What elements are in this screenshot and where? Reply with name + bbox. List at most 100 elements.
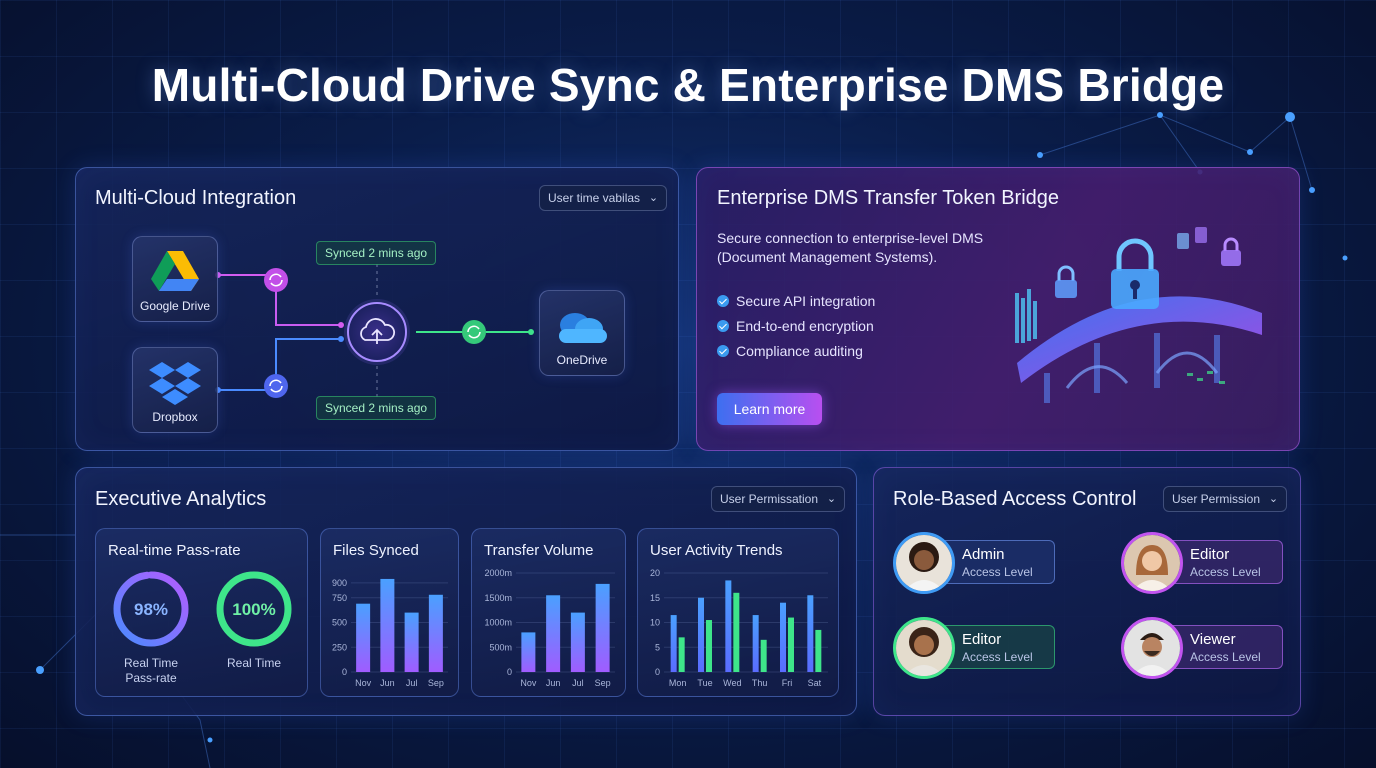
role-name: Admin (962, 546, 1005, 563)
sync-icon[interactable] (264, 374, 288, 398)
transfer-volume-card: Transfer Volume 2000m 1500m 1000m 500m 0 Nov J… (471, 528, 626, 697)
y-tick-label: 500m (489, 642, 512, 652)
bar (570, 612, 585, 672)
chevron-down-icon: ⌄ (1268, 493, 1279, 505)
executive-analytics-panel: Executive Analytics User Permissation ⌄ … (75, 467, 857, 716)
user-avatar-icon (896, 535, 952, 591)
bar (725, 580, 732, 672)
y-tick-label: 0 (507, 667, 512, 677)
cloud-upload-icon[interactable] (344, 299, 410, 365)
files-synced-chart: 900 750 500 250 0 Nov Jun Jul Sep (332, 578, 448, 688)
sync-icon[interactable] (462, 320, 486, 344)
role-viewer[interactable]: Viewer Access Level (1121, 617, 1283, 679)
bar (780, 602, 786, 672)
check-circle-icon (717, 345, 729, 357)
passrate-value: 98% (134, 600, 168, 619)
y-tick-label: 0 (342, 667, 347, 677)
role-level: Access Level (962, 650, 1033, 664)
x-tick-label: Fri (782, 678, 793, 688)
y-tick-label: 10 (650, 618, 660, 628)
feature-label: Secure API integration (736, 293, 876, 309)
sync-status-badge: Synced 2 mins ago (316, 396, 437, 420)
user-avatar-icon (1124, 620, 1180, 676)
y-tick-label: 0 (655, 667, 660, 677)
chevron-down-icon: ⌄ (826, 493, 837, 505)
bar (752, 615, 759, 672)
bar (404, 612, 419, 672)
avatar (893, 532, 955, 594)
ring-label: Real Time (226, 656, 282, 670)
feature-item: Compliance auditing (717, 342, 863, 360)
files-synced-card: Files Synced 900 750 500 250 0 Nov Jun Jul Sep (320, 528, 459, 697)
secure-bridge-lock-illustration (1015, 227, 1262, 403)
check-circle-icon (717, 320, 729, 332)
analytics-title: Executive Analytics (95, 488, 267, 510)
role-name: Editor (1190, 546, 1230, 563)
bar (678, 637, 685, 672)
bar (380, 578, 395, 672)
role-name: Editor (962, 631, 1002, 648)
sync-status-badge: Synced 2 mins ago (316, 241, 437, 265)
dropdown-value: User Permission (1172, 492, 1261, 506)
x-tick-label: Jul (406, 678, 418, 688)
y-tick-label: 15 (650, 593, 660, 603)
bar (815, 629, 822, 672)
rbac-title: Role-Based Access Control (893, 488, 1137, 510)
bar (788, 617, 794, 672)
y-tick-label: 1500m (484, 593, 512, 603)
analytics-dropdown[interactable]: User Permissation ⌄ (711, 486, 846, 512)
bar (733, 592, 740, 672)
feature-item: End-to-end encryption (717, 317, 874, 335)
x-tick-label: Sep (595, 678, 611, 688)
feature-label: End-to-end encryption (736, 318, 874, 334)
bar (595, 583, 610, 672)
dms-description: Secure connection to enterprise-level DM… (717, 230, 984, 265)
multi-cloud-panel: Multi-Cloud Integration User time vabila… (75, 167, 679, 451)
realtime-value: 100% (232, 600, 275, 619)
bar (428, 594, 443, 672)
user-activity-chart: 20 15 10 5 0 Mon Tue Wed Thu Fri Sat (650, 568, 828, 688)
y-tick-label: 2000m (484, 568, 512, 578)
role-level: Access Level (1190, 565, 1261, 579)
y-tick-label: 900 (332, 578, 347, 588)
transfer-volume-chart: 2000m 1500m 1000m 500m 0 Nov Jun Jul Sep (484, 568, 615, 688)
role-editor[interactable]: Editor Access Level (1121, 532, 1283, 594)
role-editor[interactable]: Editor Access Level (893, 617, 1055, 679)
page-title: Multi-Cloud Drive Sync & Enterprise DMS … (151, 59, 1225, 111)
y-tick-label: 5 (655, 642, 660, 652)
y-tick-label: 750 (332, 593, 347, 603)
sync-icon[interactable] (264, 268, 288, 292)
bar (760, 639, 767, 672)
avatar (1121, 532, 1183, 594)
avatar (1121, 617, 1183, 679)
role-level: Access Level (962, 565, 1033, 579)
role-level: Access Level (1190, 650, 1261, 664)
check-circle-icon (717, 295, 729, 307)
x-tick-label: Sat (808, 678, 822, 688)
feature-item: Secure API integration (717, 292, 875, 310)
feature-label: Compliance auditing (736, 343, 863, 359)
learn-more-button[interactable]: Learn more (717, 393, 822, 425)
bar (521, 632, 536, 672)
y-tick-label: 20 (650, 568, 660, 578)
x-tick-label: Nov (520, 678, 537, 688)
dms-title: Enterprise DMS Transfer Token Bridge (717, 187, 1060, 209)
dropdown-value: User Permissation (720, 492, 819, 506)
x-tick-label: Mon (669, 678, 687, 688)
x-tick-label: Nov (355, 678, 372, 688)
y-tick-label: 500 (332, 618, 347, 628)
rbac-panel: Role-Based Access Control User Permissio… (873, 467, 1301, 716)
x-tick-label: Wed (723, 678, 741, 688)
y-tick-label: 1000m (484, 618, 512, 628)
user-avatar-icon (896, 620, 952, 676)
bar (546, 595, 561, 672)
bar (706, 620, 712, 672)
ring-label: Real Time Pass-rate (123, 656, 179, 685)
x-tick-label: Jun (546, 678, 561, 688)
x-tick-label: Thu (752, 678, 768, 688)
bar (670, 615, 677, 672)
rbac-dropdown[interactable]: User Permission ⌄ (1163, 486, 1288, 512)
role-admin[interactable]: Admin Access Level (893, 532, 1055, 594)
dms-bridge-panel: Enterprise DMS Transfer Token Bridge Sec… (696, 167, 1300, 451)
bar (356, 603, 371, 672)
